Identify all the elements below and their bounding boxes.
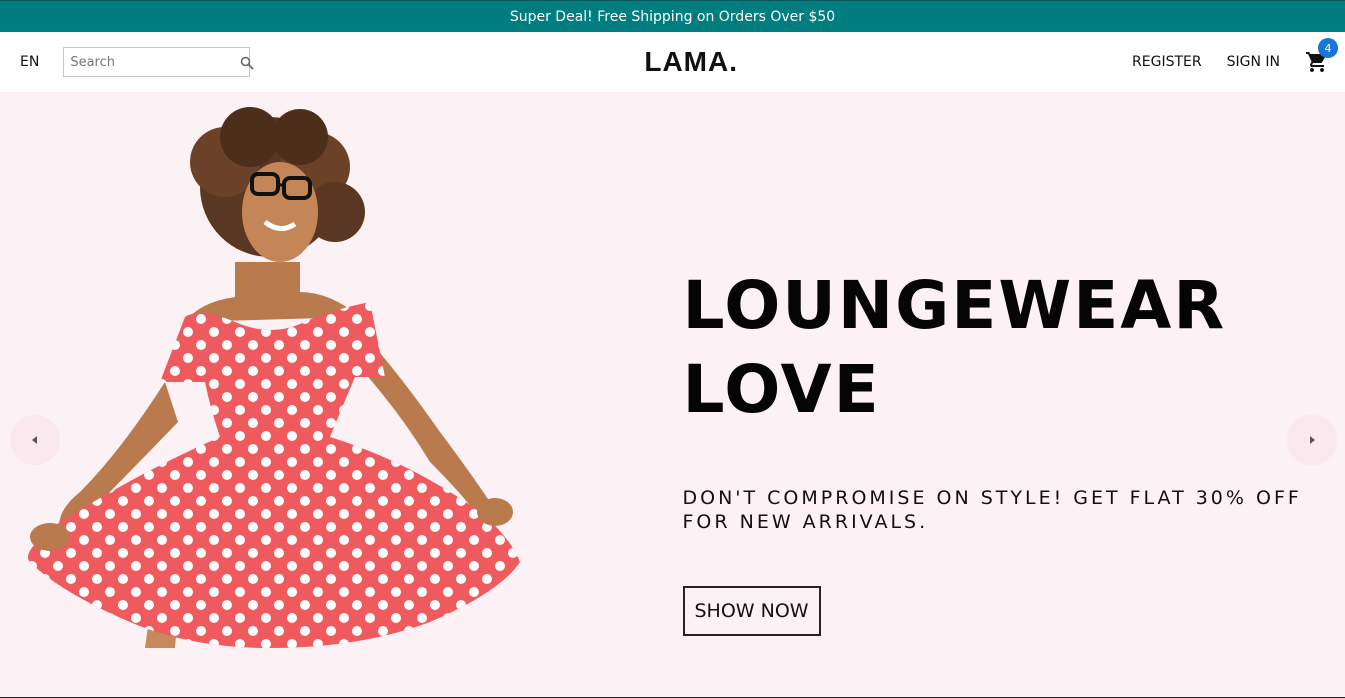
chevron-left-icon <box>32 436 37 444</box>
navbar: EN LAMA. REGISTER SIGN IN 4 <box>0 32 1345 92</box>
model-in-polka-dot-dress-image <box>28 107 520 648</box>
search-icon[interactable] <box>240 55 254 70</box>
slider-next-arrow[interactable] <box>1287 415 1337 465</box>
hero-slider: LOUNGEWEAR LOVE DON'T COMPROMISE ON STYL… <box>0 92 1345 698</box>
chevron-right-icon <box>1310 436 1315 444</box>
cart-button[interactable]: 4 <box>1305 38 1338 74</box>
nav-right: REGISTER SIGN IN 4 <box>1132 38 1338 74</box>
slide-info: LOUNGEWEAR LOVE DON'T COMPROMISE ON STYL… <box>673 92 1345 698</box>
language-selector[interactable]: EN <box>20 54 39 70</box>
register-link[interactable]: REGISTER <box>1132 54 1202 70</box>
brand-logo[interactable]: LAMA. <box>644 46 738 78</box>
sign-in-link[interactable]: SIGN IN <box>1227 54 1280 70</box>
search-input[interactable] <box>70 54 241 70</box>
slide-title: LOUNGEWEAR LOVE <box>682 267 1227 428</box>
announcement-text: Super Deal! Free Shipping on Orders Over… <box>509 8 836 25</box>
search-box[interactable] <box>63 47 254 77</box>
cart-count-badge: 4 <box>1318 38 1338 58</box>
slide: LOUNGEWEAR LOVE DON'T COMPROMISE ON STYL… <box>0 92 1345 698</box>
show-now-button[interactable]: SHOW NOW <box>682 586 821 636</box>
slider-prev-arrow[interactable] <box>10 415 60 465</box>
announcement-bar: Super Deal! Free Shipping on Orders Over… <box>0 0 1345 32</box>
slide-description: DON'T COMPROMISE ON STYLE! GET FLAT 30% … <box>682 487 1302 533</box>
slide-image <box>0 92 673 698</box>
nav-left: EN <box>20 47 254 77</box>
